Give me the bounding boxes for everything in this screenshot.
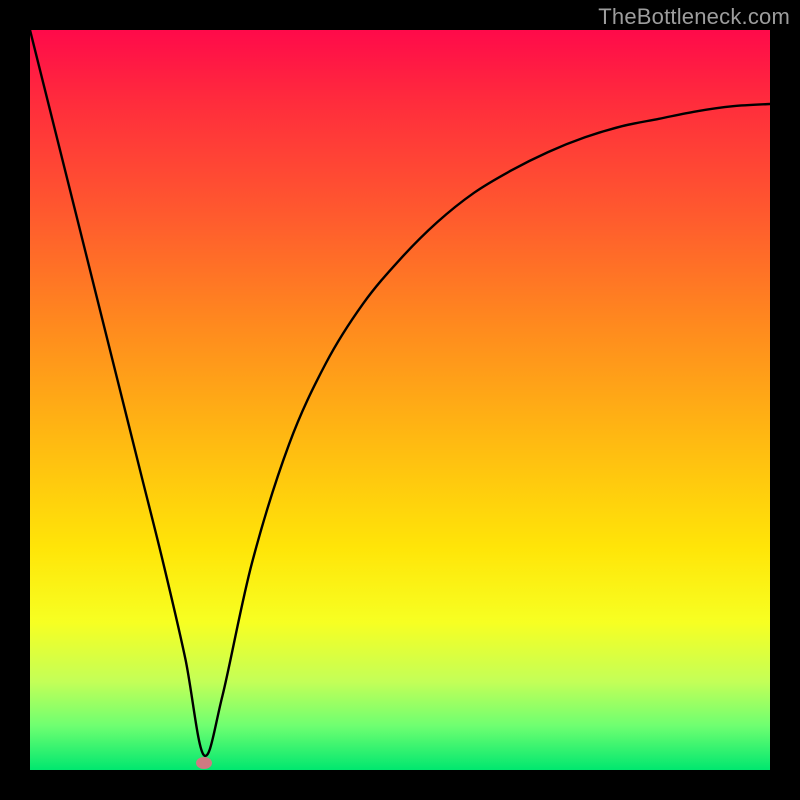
bottleneck-curve [30, 30, 770, 756]
plot-area [30, 30, 770, 770]
curve-svg [30, 30, 770, 770]
minimum-marker [196, 757, 212, 769]
chart-stage: TheBottleneck.com [0, 0, 800, 800]
watermark-text: TheBottleneck.com [598, 4, 790, 30]
